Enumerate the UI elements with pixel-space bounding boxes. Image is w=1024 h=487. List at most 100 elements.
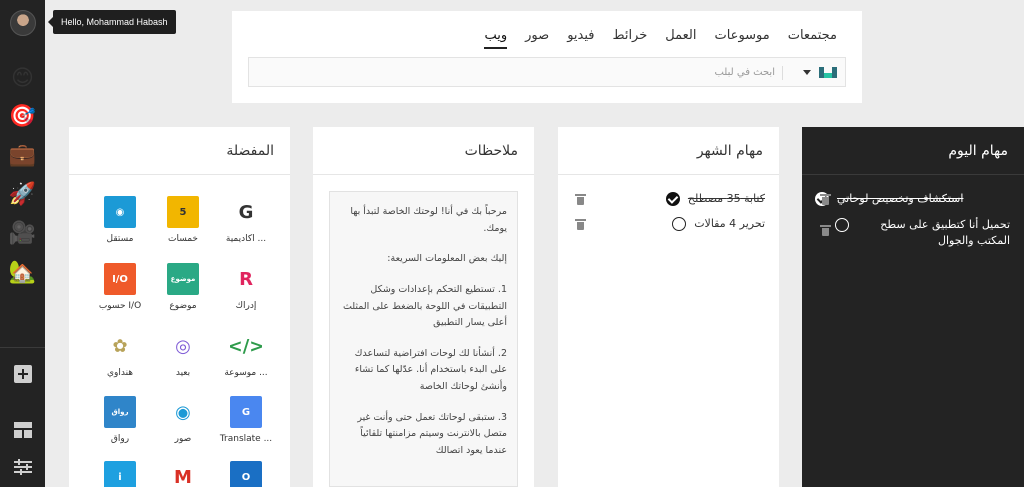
layout-icon xyxy=(13,422,32,438)
info-logo-icon: i xyxy=(104,461,136,487)
mostaql-logo-icon: ◉ xyxy=(104,196,136,228)
delete-icon[interactable] xyxy=(820,194,831,205)
target-emoji-icon: 🎯 xyxy=(8,104,37,129)
academy-logo-icon: G xyxy=(230,196,262,228)
favorite-app[interactable]: ◉ صور xyxy=(152,396,214,444)
rwaq-logo-icon: رواق xyxy=(104,396,136,428)
task-text: استكشاف وتخصيص لوحاتي xyxy=(837,192,964,205)
edraak-logo-icon: R xyxy=(230,263,262,295)
tab-jobs[interactable]: العمل xyxy=(656,28,705,43)
favorite-label: هنداوي xyxy=(106,368,134,378)
movie-camera-emoji-icon: 🎥 xyxy=(8,221,37,246)
rocket-emoji-icon: 🚀 xyxy=(8,182,37,207)
favorite-app[interactable]: O xyxy=(215,461,277,487)
avatar xyxy=(9,10,36,36)
favorite-label: موسوعة ... xyxy=(224,368,268,378)
board-target-button[interactable]: 🎯 xyxy=(0,97,45,137)
panel-title: مهام اليوم xyxy=(802,127,1024,175)
favorite-app[interactable]: M xyxy=(152,461,214,487)
board-work-button[interactable]: 💼 xyxy=(0,136,45,176)
gmail-logo-icon: M xyxy=(167,461,199,487)
khamsat-logo-icon: 5 xyxy=(167,196,199,228)
checkbox-checked[interactable] xyxy=(665,192,680,206)
search-tabs: ويب صور فيديو خرائط العمل موسوعات مجتمعا… xyxy=(475,28,846,49)
tab-video[interactable]: فيديو xyxy=(558,28,603,43)
google-translate-logo-icon: G xyxy=(230,396,262,428)
mawdoo3-logo-icon: موضوع xyxy=(167,263,199,295)
panel-title: مهام الشهر xyxy=(558,127,779,175)
delete-icon[interactable] xyxy=(575,194,586,205)
favorite-app[interactable]: G أكاديمية ... xyxy=(215,196,277,244)
photos-logo-icon: ◉ xyxy=(167,396,199,428)
favorite-label: Translate ... xyxy=(219,434,273,444)
task-item: استكشاف وتخصيص لوحاتي xyxy=(815,191,1010,207)
favorite-label: إدراك xyxy=(235,301,257,311)
delete-icon[interactable] xyxy=(820,225,831,236)
sidebar-divider xyxy=(0,347,45,348)
user-avatar-button[interactable] xyxy=(0,3,45,43)
favorite-label: خمسات xyxy=(167,234,198,244)
add-icon xyxy=(13,365,32,383)
note-paragraph: مرحباً بك في أنا! لوحتك الخاصة لتبدأ بها… xyxy=(350,206,507,234)
user-greeting-tooltip: Hello, Mohammad Habash xyxy=(48,10,176,34)
note-paragraph: 2. أنشأنا لك لوحات افتراضية لتساعدك على … xyxy=(354,347,507,392)
favorite-app[interactable]: I/O حسوب I/O xyxy=(89,263,151,311)
settings-sliders-icon xyxy=(13,459,32,475)
note-paragraph: 3. ستبقى لوحاتك تعمل حتى وأنت غير متصل ب… xyxy=(357,411,507,456)
search-engine-selector[interactable] xyxy=(781,64,837,81)
board-home-button[interactable]: 🏡 xyxy=(0,253,45,293)
board-smiley-button[interactable]: 😊 xyxy=(0,59,45,99)
favorite-app[interactable]: موضوع موضوع xyxy=(152,263,214,311)
month-tasks-panel: مهام الشهر كتابة 35 مصطلح تحرير 4 مقالات xyxy=(558,127,779,487)
house-emoji-icon: 🏡 xyxy=(8,260,37,285)
search-card: ويب صور فيديو خرائط العمل موسوعات مجتمعا… xyxy=(232,11,862,103)
favorite-label: مستقل xyxy=(106,234,134,244)
task-item: كتابة 35 مصطلح xyxy=(665,191,765,207)
favorite-app[interactable]: رواق رواق xyxy=(89,396,151,444)
notes-textarea[interactable]: مرحباً بك في أنا! لوحتك الخاصة لتبدأ بها… xyxy=(329,191,518,487)
settings-button[interactable] xyxy=(0,447,45,487)
tab-images[interactable]: صور xyxy=(516,28,558,43)
tab-web[interactable]: ويب xyxy=(475,28,516,49)
favorite-app[interactable]: </> موسوعة ... xyxy=(215,330,277,378)
panel-title: ملاحظات xyxy=(313,127,534,175)
favorite-label: بعيد xyxy=(175,368,191,378)
chevron-down-icon xyxy=(803,70,811,75)
hindawi-logo-icon: ✿ xyxy=(104,330,136,362)
board-rocket-button[interactable]: 🚀 xyxy=(0,175,45,215)
smiley-emoji-icon: 😊 xyxy=(11,66,34,91)
note-paragraph: إليك بعض المعلومات السريعة: xyxy=(387,253,507,265)
search-input[interactable] xyxy=(257,58,775,86)
favorite-label: موضوع xyxy=(169,301,197,311)
lablab-logo-icon xyxy=(819,65,837,80)
delete-icon[interactable] xyxy=(575,219,586,230)
notes-panel: ملاحظات مرحباً بك في أنا! لوحتك الخاصة ل… xyxy=(313,127,534,487)
favorites-panel: المفضلة G أكاديمية ... 5 خمسات ◉ مستقل R إدراك م… xyxy=(69,127,290,487)
task-item: تحرير 4 مقالات xyxy=(672,216,765,232)
encyclopedia-logo-icon: </> xyxy=(230,330,262,362)
task-text: كتابة 35 مصطلح xyxy=(687,192,765,205)
tab-communities[interactable]: مجتمعات xyxy=(779,28,846,43)
checkbox-unchecked[interactable] xyxy=(835,218,849,232)
favorite-label: رواق xyxy=(110,434,130,444)
outlook-logo-icon: O xyxy=(230,461,262,487)
briefcase-emoji-icon: 💼 xyxy=(8,143,37,168)
favorite-app[interactable]: ◉ مستقل xyxy=(89,196,151,244)
tab-maps[interactable]: خرائط xyxy=(603,28,656,43)
add-board-button[interactable] xyxy=(0,354,45,394)
favorite-label: أكاديمية ... xyxy=(225,234,267,244)
layout-button[interactable] xyxy=(0,410,45,450)
today-tasks-panel: مهام اليوم استكشاف وتخصيص لوحاتي تحميل أ… xyxy=(802,127,1024,487)
favorite-app[interactable]: R إدراك xyxy=(215,263,277,311)
favorite-app[interactable]: ✿ هنداوي xyxy=(89,330,151,378)
favorite-app[interactable]: ◎ بعيد xyxy=(152,330,214,378)
checkbox-unchecked[interactable] xyxy=(672,217,687,231)
favorite-label: حسوب I/O xyxy=(98,301,142,311)
board-video-button[interactable]: 🎥 xyxy=(0,214,45,254)
favorite-app[interactable]: 5 خمسات xyxy=(152,196,214,244)
favorite-app[interactable]: i xyxy=(89,461,151,487)
favorite-app[interactable]: G Translate ... xyxy=(215,396,277,444)
tab-encyclopedias[interactable]: موسوعات xyxy=(705,28,778,43)
search-box xyxy=(248,57,846,87)
app-sidebar: 😊 🎯 💼 🚀 🎥 🏡 xyxy=(0,0,45,487)
